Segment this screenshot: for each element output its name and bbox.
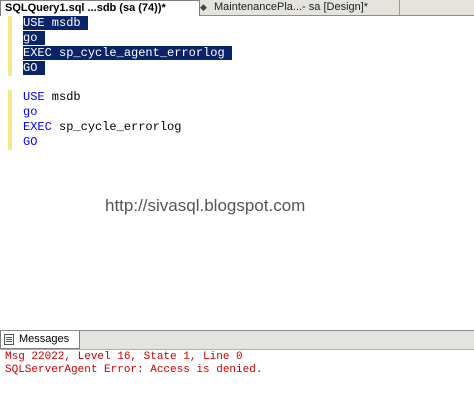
error-message-line: SQLServerAgent Error: Access is denied. bbox=[5, 364, 263, 376]
keyword-use: USE bbox=[23, 90, 45, 104]
tab-sqlquery1-label: SQLQuery1.sql ...sdb (sa (74))* bbox=[5, 2, 166, 14]
code-line: USE msdb bbox=[23, 16, 88, 31]
watermark: http://sivasql.blogspot.com bbox=[105, 196, 306, 215]
code-line: GO bbox=[23, 61, 45, 76]
code-line: GO bbox=[23, 135, 37, 150]
error-message-line: Msg 22022, Level 16, State 1, Line 0 bbox=[5, 351, 243, 363]
tab-messages[interactable]: Messages bbox=[0, 331, 80, 349]
tab-pin-icon: ◆ bbox=[200, 2, 207, 12]
changed-lines-marker bbox=[8, 90, 12, 150]
tab-maintenance-plan-label: MaintenancePla...- sa [Design]* bbox=[214, 1, 369, 13]
tab-messages-label: Messages bbox=[19, 333, 70, 345]
messages-pane: Msg 22022, Level 16, State 1, Line 0 SQL… bbox=[0, 349, 474, 412]
messages-icon bbox=[4, 334, 14, 345]
code-line: go bbox=[23, 105, 37, 120]
code-text: sp_cycle_errorlog bbox=[51, 120, 182, 134]
keyword-exec: EXEC bbox=[23, 120, 52, 134]
tab-sqlquery1[interactable]: SQLQuery1.sql ...sdb (sa (74))* bbox=[0, 0, 200, 16]
keyword-go: GO bbox=[23, 135, 38, 149]
keyword-exec: EXEC bbox=[23, 46, 52, 60]
changed-lines-marker bbox=[8, 16, 12, 76]
document-tab-bar: SQLQuery1.sql ...sdb (sa (74))* ◆ Mainte… bbox=[0, 0, 474, 16]
code-line: USE msdb bbox=[23, 90, 81, 105]
code-text: msdb bbox=[44, 16, 81, 30]
code-line: go bbox=[23, 31, 45, 46]
results-tab-bar: Messages bbox=[0, 330, 474, 349]
code-line: EXEC sp_cycle_errorlog bbox=[23, 120, 181, 135]
keyword-go: go bbox=[23, 31, 38, 45]
query-editor[interactable]: USE msdb go EXEC sp_cycle_agent_errorlog… bbox=[0, 16, 474, 330]
code-line: EXEC sp_cycle_agent_errorlog bbox=[23, 46, 232, 61]
code-text: msdb bbox=[44, 90, 81, 104]
code-text: sp_cycle_agent_errorlog bbox=[51, 46, 225, 60]
tab-maintenance-plan[interactable]: MaintenancePla...- sa [Design]* bbox=[210, 0, 400, 15]
keyword-go: go bbox=[23, 105, 38, 119]
keyword-go: GO bbox=[23, 61, 38, 75]
keyword-use: USE bbox=[23, 16, 45, 30]
